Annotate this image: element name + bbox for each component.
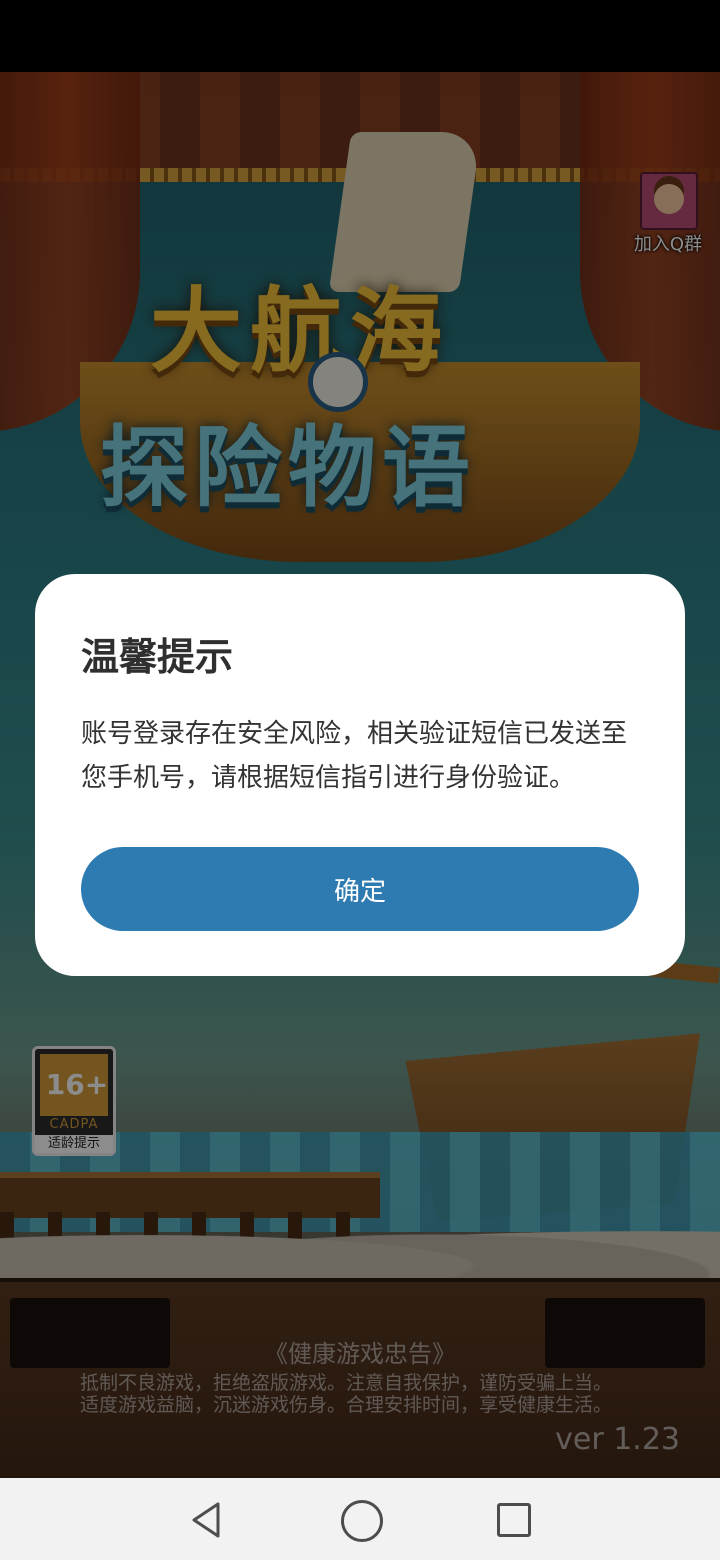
back-icon[interactable]	[188, 1500, 228, 1540]
status-bar	[0, 0, 720, 72]
dialog-title: 温馨提示	[81, 635, 234, 679]
home-icon[interactable]	[341, 1500, 383, 1542]
dialog-message: 账号登录存在安全风险，相关验证短信已发送至您手机号，请根据短信指引进行身份验证。	[81, 719, 628, 793]
confirm-button[interactable]: 确定	[81, 847, 639, 931]
security-dialog: 温馨提示 账号登录存在安全风险，相关验证短信已发送至您手机号，请根据短信指引进行…	[35, 574, 685, 976]
recents-icon[interactable]	[497, 1503, 531, 1537]
navigation-bar	[0, 1478, 720, 1560]
